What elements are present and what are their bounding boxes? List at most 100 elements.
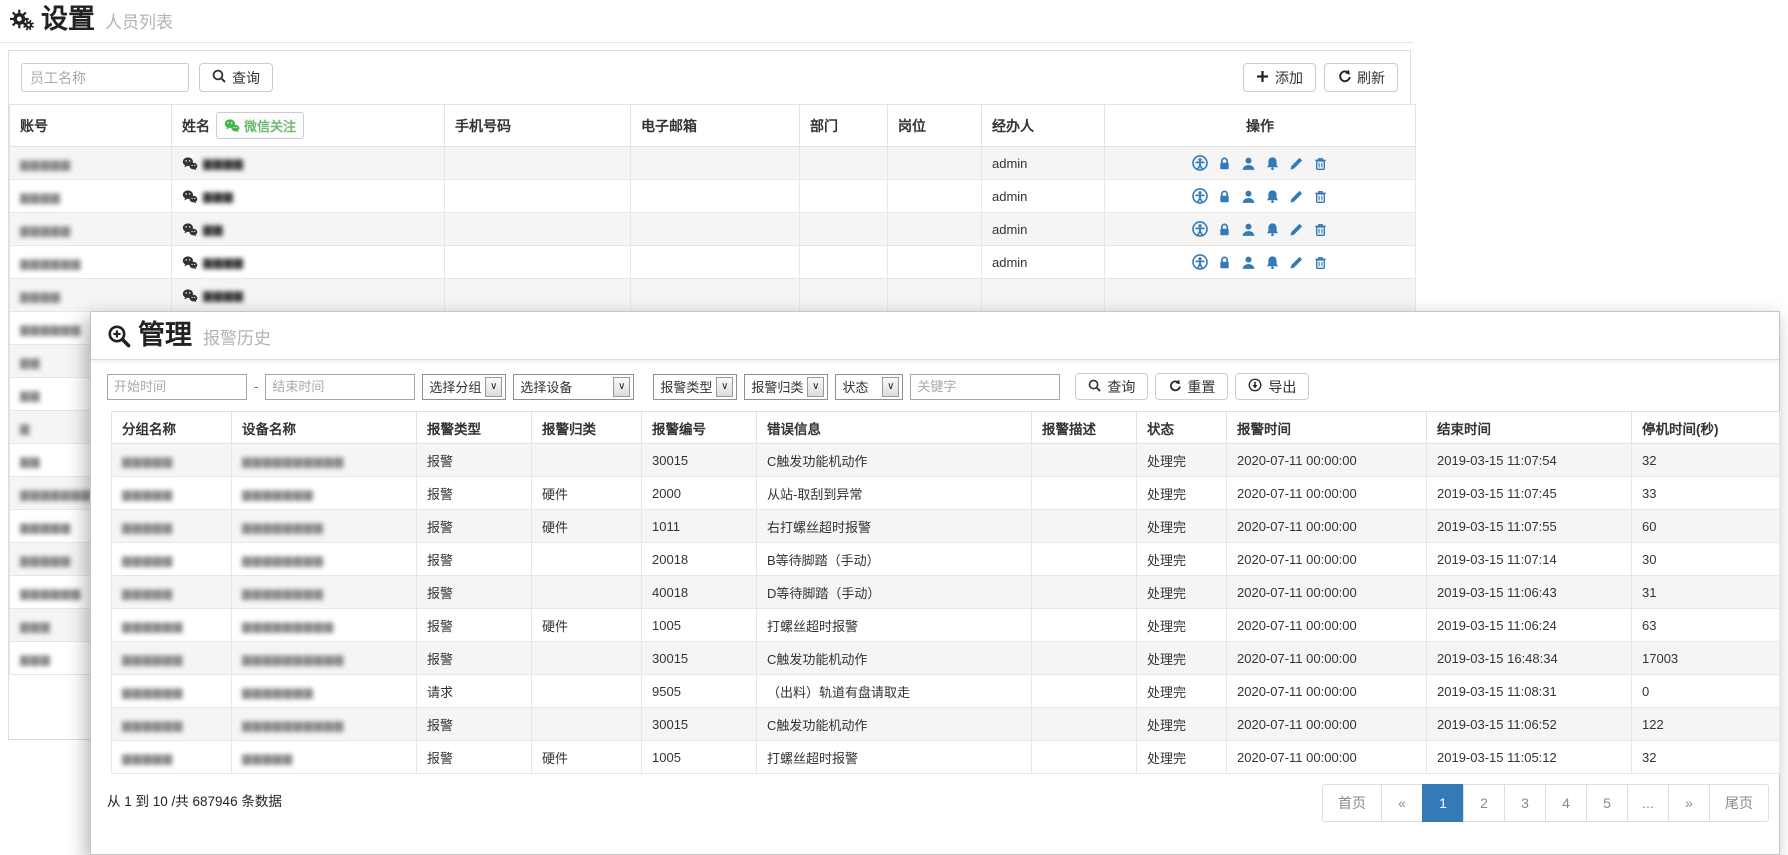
redacted-text: ▆▆▆▆▆ [122, 454, 173, 468]
wechat-follow-button[interactable]: 微信关注 [216, 112, 304, 139]
group-cell: ▆▆▆▆▆▆ [112, 708, 232, 741]
status-cell: 处理完 [1137, 510, 1227, 543]
user-access-icon[interactable] [1192, 254, 1208, 270]
lock-icon[interactable] [1217, 255, 1232, 270]
delete-trash-icon[interactable] [1313, 189, 1328, 204]
user-icon[interactable] [1241, 189, 1256, 204]
type-cell: 报警 [417, 708, 532, 741]
alarm-time-cell: 2020-07-11 00:00:00 [1227, 708, 1427, 741]
export-button[interactable]: 导出 [1235, 373, 1309, 400]
status-cell: 处理完 [1137, 576, 1227, 609]
alarm-category-select[interactable]: 报警归类 ∨ [744, 374, 828, 400]
desc-cell [1032, 444, 1137, 477]
col-phone: 手机号码 [445, 105, 631, 147]
delete-trash-icon[interactable] [1313, 222, 1328, 237]
device-cell: ▆▆▆▆▆▆▆▆ [232, 543, 417, 576]
user-icon[interactable] [1241, 156, 1256, 171]
user-access-icon[interactable] [1192, 155, 1208, 171]
phone-cell [445, 147, 631, 180]
page-button-3[interactable]: 3 [1504, 784, 1546, 822]
page-button-1[interactable]: 1 [1422, 784, 1464, 822]
delete-trash-icon[interactable] [1313, 255, 1328, 270]
redacted-text: ▆▆ [20, 388, 40, 402]
prev-page-button[interactable]: « [1381, 784, 1423, 822]
alarm-query-button[interactable]: 查询 [1075, 373, 1148, 400]
category-cell [532, 444, 642, 477]
desc-cell [1032, 642, 1137, 675]
category-cell: 硬件 [532, 510, 642, 543]
reset-button[interactable]: 重置 [1155, 373, 1228, 400]
redacted-text: ▆▆ [203, 222, 223, 236]
delete-trash-icon[interactable] [1313, 156, 1328, 171]
operations-cell [1105, 180, 1416, 213]
wechat-icon [182, 288, 198, 303]
bell-icon[interactable] [1265, 222, 1280, 237]
start-time-input[interactable] [107, 374, 247, 400]
end-time-input[interactable] [265, 374, 415, 400]
lock-icon[interactable] [1217, 222, 1232, 237]
phone-cell [445, 279, 631, 312]
bell-icon[interactable] [1265, 156, 1280, 171]
col-alarm-code: 报警编号 [642, 412, 757, 444]
gears-icon [8, 8, 35, 31]
edit-pencil-icon[interactable] [1289, 156, 1304, 171]
user-access-icon[interactable] [1192, 221, 1208, 237]
alarm-row: ▆▆▆▆▆▆▆▆▆▆▆▆▆▆▆▆报警30015C触发功能机动作处理完2020-0… [112, 642, 1780, 675]
alarm-row: ▆▆▆▆▆▆▆▆▆▆▆▆▆请求9505（出料）轨道有盘请取走处理完2020-07… [112, 675, 1780, 708]
redacted-text: ▆▆▆▆▆▆ [122, 718, 183, 732]
message-cell: C触发功能机动作 [757, 708, 1032, 741]
page-button-尾页[interactable]: 尾页 [1709, 784, 1769, 822]
personnel-row: ▆▆▆▆ ▆▆▆admin [10, 180, 1416, 213]
keyword-input[interactable] [910, 374, 1060, 400]
message-cell: C触发功能机动作 [757, 444, 1032, 477]
next-page-button[interactable]: » [1668, 784, 1710, 822]
personnel-row: ▆▆▆▆ ▆▆▆▆ [10, 279, 1416, 312]
page-button-...[interactable]: ... [1627, 784, 1669, 822]
edit-pencil-icon[interactable] [1289, 189, 1304, 204]
email-cell [631, 279, 800, 312]
col-end-time: 结束时间 [1427, 412, 1632, 444]
page-button-5[interactable]: 5 [1586, 784, 1628, 822]
status-cell: 处理完 [1137, 609, 1227, 642]
user-icon[interactable] [1241, 222, 1256, 237]
redacted-text: ▆▆▆▆▆ [242, 751, 293, 765]
status-cell: 处理完 [1137, 675, 1227, 708]
page-button-4[interactable]: 4 [1545, 784, 1587, 822]
employee-name-input[interactable] [21, 63, 189, 92]
page-button-首页[interactable]: 首页 [1322, 784, 1382, 822]
user-icon[interactable] [1241, 255, 1256, 270]
department-cell [800, 246, 888, 279]
redacted-text: ▆▆ [20, 454, 40, 468]
name-cell: ▆▆▆▆ [172, 279, 445, 312]
page-button-2[interactable]: 2 [1463, 784, 1505, 822]
manage-title: 管理 [138, 322, 192, 349]
edit-pencil-icon[interactable] [1289, 255, 1304, 270]
query-button[interactable]: 查询 [199, 63, 273, 92]
wechat-icon [182, 255, 198, 270]
bell-icon[interactable] [1265, 255, 1280, 270]
redacted-text: ▆▆▆▆▆▆▆▆ [242, 553, 324, 567]
refresh-button[interactable]: 刷新 [1324, 63, 1398, 92]
search-icon [212, 69, 226, 86]
bell-icon[interactable] [1265, 189, 1280, 204]
code-cell: 2000 [642, 477, 757, 510]
code-cell: 1005 [642, 741, 757, 774]
redacted-text: ▆▆▆▆▆ [122, 586, 173, 600]
redacted-text: ▆▆▆▆▆▆▆ [242, 685, 314, 699]
col-name: 姓名 微信关注 [172, 105, 445, 147]
category-cell [532, 642, 642, 675]
lock-icon[interactable] [1217, 156, 1232, 171]
code-cell: 1005 [642, 609, 757, 642]
edit-pencil-icon[interactable] [1289, 222, 1304, 237]
group-select[interactable]: 选择分组 ∨ [422, 374, 506, 400]
device-select[interactable]: 选择设备 ∨ [513, 374, 634, 400]
device-cell: ▆▆▆▆▆▆▆▆▆▆ [232, 708, 417, 741]
phone-cell [445, 246, 631, 279]
name-cell: ▆▆ [172, 213, 445, 246]
lock-icon[interactable] [1217, 189, 1232, 204]
status-select[interactable]: 状态 ∨ [835, 374, 903, 400]
code-cell: 9505 [642, 675, 757, 708]
add-button[interactable]: 添加 [1243, 63, 1316, 92]
alarm-type-select[interactable]: 报警类型 ∨ [653, 374, 737, 400]
user-access-icon[interactable] [1192, 188, 1208, 204]
